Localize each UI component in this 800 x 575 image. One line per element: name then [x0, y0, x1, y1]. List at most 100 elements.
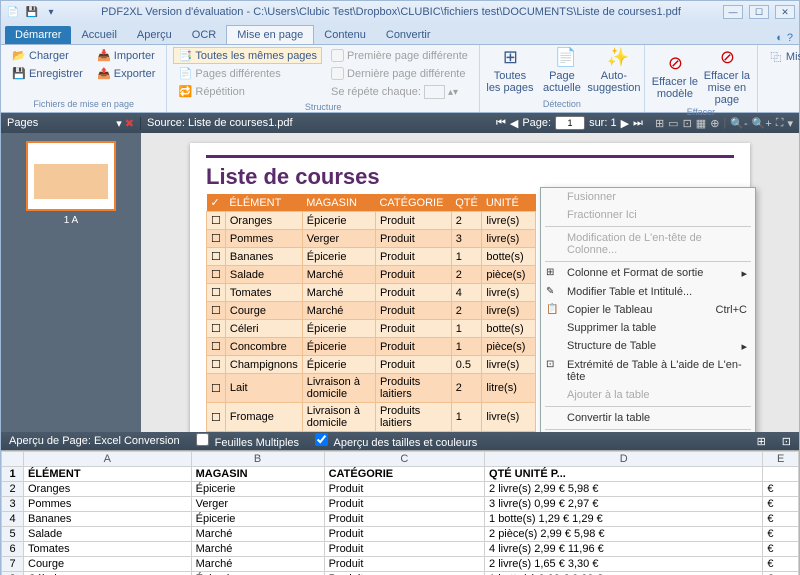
quick-access-toolbar: 📄 💾 ▾ — [5, 4, 59, 20]
page-icon: 📄 — [555, 47, 569, 68]
multi-sheets-checkbox[interactable]: Feuilles Multiples — [196, 433, 299, 449]
preview-tool-icon[interactable]: ⊡ — [782, 435, 791, 448]
last-diff-button[interactable]: Dernière page différente — [326, 65, 473, 82]
fit-icon[interactable]: ⛶ — [776, 117, 784, 130]
col-header[interactable]: MAGASIN — [302, 194, 375, 212]
close-panel-icon[interactable]: ✖ — [125, 118, 134, 130]
tool-icon[interactable]: ⊡ — [683, 117, 692, 130]
pin-icon[interactable]: ▾ — [116, 118, 122, 130]
save-button[interactable]: 💾Enregistrer — [7, 65, 88, 82]
excel-row[interactable]: 8CéleriÉpicerieProduit1 botte(s) 0,99 € … — [2, 572, 799, 575]
sizes-colors-checkbox[interactable]: Aperçu des tailles et couleurs — [315, 433, 477, 449]
zoom-out-icon[interactable]: 🔍- — [730, 117, 747, 130]
context-menu-item[interactable]: Convertir la table — [541, 409, 755, 427]
table-row[interactable]: ☐TomatesMarchéProduit4livre(s) — [207, 284, 536, 302]
excel-row[interactable]: 5SaladeMarchéProduit2 pièce(s) 2,99 € 5,… — [2, 527, 799, 542]
context-menu-item[interactable]: 📋Copier le TableauCtrl+C — [541, 301, 755, 319]
col-header[interactable]: QTÉ — [451, 194, 482, 212]
title-bar: 📄 💾 ▾ PDF2XL Version d'évaluation - C:\U… — [1, 1, 799, 23]
zoom-dropdown-icon[interactable]: ▾ — [787, 117, 793, 130]
export-button[interactable]: 📤Exporter — [92, 65, 161, 82]
wand-icon: ✨ — [607, 47, 621, 68]
first-diff-button[interactable]: Première page différente — [326, 47, 473, 64]
col-header[interactable]: UNITÉ — [482, 194, 536, 212]
excel-row[interactable]: 2OrangesÉpicerieProduit2 livre(s) 2,99 €… — [2, 482, 799, 497]
style-icon[interactable]: ◐ — [776, 32, 783, 44]
tab-accueil[interactable]: Accueil — [71, 26, 126, 44]
excel-row[interactable]: 7CourgeMarchéProduit2 livre(s) 1,65 € 3,… — [2, 557, 799, 572]
excel-col-header[interactable]: A — [24, 452, 192, 467]
maximize-button[interactable]: ☐ — [749, 5, 769, 19]
table-row[interactable]: ☐ŒufsLivraison à domicileProduits laitie… — [207, 432, 536, 433]
tool-icon[interactable]: ▭ — [668, 117, 678, 130]
col-header[interactable]: CATÉGORIE — [375, 194, 451, 212]
tab-convertir[interactable]: Convertir — [376, 26, 441, 44]
table-row[interactable]: ☐ConcombreÉpicerieProduit1pièce(s) — [207, 338, 536, 356]
context-menu-item[interactable]: ⊡Extrémité de Table à L'aide de L'en-têt… — [541, 356, 755, 386]
next-page-icon[interactable]: ▶ — [621, 117, 629, 130]
prev-page-icon[interactable]: ◀ — [510, 117, 518, 130]
detect-current-button[interactable]: 📄Page actuelle — [538, 47, 586, 94]
page-thumbnail[interactable] — [26, 141, 116, 211]
context-menu-item[interactable]: ✎Modifier Table et Intitulé... — [541, 283, 755, 301]
tool-icon[interactable]: ⊞ — [655, 117, 664, 130]
window-title: PDF2XL Version d'évaluation - C:\Users\C… — [59, 6, 723, 18]
table-row[interactable]: ☐BananesÉpicerieProduit1botte(s) — [207, 248, 536, 266]
tab-mise-en-page[interactable]: Mise en page — [226, 25, 314, 44]
last-page-icon[interactable]: ⏭ — [633, 117, 643, 130]
minimize-button[interactable]: — — [723, 5, 743, 19]
excel-row[interactable]: 3PommesVergerProduit3 livre(s) 0,99 € 2,… — [2, 497, 799, 512]
load-button[interactable]: 📂Charger — [7, 47, 88, 64]
table-row[interactable]: ☐CéleriÉpicerieProduit1botte(s) — [207, 320, 536, 338]
excel-preview[interactable]: ABCDE 1ÉLÉMENTMAGASINCATÉGORIEQTÉ UNITÉ … — [1, 450, 799, 575]
context-menu-item[interactable]: Structure de Table▸ — [541, 337, 755, 356]
table-row[interactable]: ☐CourgeMarchéProduit2livre(s) — [207, 302, 536, 320]
context-menu-item[interactable]: Supprimer la table — [541, 319, 755, 337]
tab-start[interactable]: Démarrer — [5, 26, 71, 44]
excel-row[interactable]: 1ÉLÉMENTMAGASINCATÉGORIEQTÉ UNITÉ P... — [2, 467, 799, 482]
preview-tool-icon[interactable]: ⊞ — [757, 435, 766, 448]
excel-row[interactable]: 6TomatesMarchéProduit4 livre(s) 2,99 € 1… — [2, 542, 799, 557]
document-area[interactable]: Liste de courses ✓ÉLÉMENTMAGASINCATÉGORI… — [141, 133, 799, 432]
first-page-icon[interactable]: ⏮ — [496, 117, 506, 130]
excel-col-header[interactable] — [2, 452, 24, 467]
context-menu-item[interactable]: ⊞Colonne et Format de sortie▸ — [541, 264, 755, 283]
col-header[interactable]: ÉLÉMENT — [225, 194, 302, 212]
tab-ocr[interactable]: OCR — [182, 26, 226, 44]
close-button[interactable]: ✕ — [775, 5, 795, 19]
erase-layout-button[interactable]: ⊘Effacer la mise en page — [703, 47, 751, 106]
help-icon[interactable]: ? — [787, 32, 793, 44]
import-button[interactable]: 📥Importer — [92, 47, 161, 64]
table-row[interactable]: ☐LaitLivraison à domicileProduits laitie… — [207, 374, 536, 403]
table-row[interactable]: ☐ChampignonsÉpicerieProduit0.5livre(s) — [207, 356, 536, 374]
tool-icon[interactable]: ⊕ — [710, 117, 719, 130]
erase-model-button[interactable]: ⊘Effacer le modèle — [651, 47, 699, 106]
excel-col-header[interactable]: B — [191, 452, 324, 467]
tab-apercu[interactable]: Aperçu — [127, 26, 182, 44]
group-label-disposition: Disposition de page — [764, 98, 800, 110]
excel-row[interactable]: 4BananesÉpicerieProduit1 botte(s) 1,29 €… — [2, 512, 799, 527]
diff-pages-button[interactable]: 📄Pages différentes — [173, 65, 322, 82]
excel-col-header[interactable]: C — [324, 452, 484, 467]
zoom-in-icon[interactable]: 🔍+ — [752, 117, 772, 130]
same-pages-button[interactable]: 📑Toutes les mêmes pages — [173, 47, 322, 64]
sub-toolbar: Pages ▾ ✖ Source: Liste de courses1.pdf … — [1, 113, 799, 133]
repetition-button[interactable]: 🔁Répétition — [173, 83, 322, 100]
copy-layout-button[interactable]: ⿻Mise en page de la copie ▾ — [764, 47, 800, 67]
app-menu-icon[interactable]: 📄 — [5, 4, 21, 20]
qat-dropdown-icon[interactable]: ▾ — [43, 4, 59, 20]
excel-col-header[interactable]: E — [763, 452, 799, 467]
auto-suggest-button[interactable]: ✨Auto-suggestion — [590, 47, 638, 94]
tab-contenu[interactable]: Contenu — [314, 26, 376, 44]
table-row[interactable]: ☐OrangesÉpicerieProduit2livre(s) — [207, 212, 536, 230]
page-input[interactable] — [555, 116, 585, 130]
table-row[interactable]: ☐PommesVergerProduit3livre(s) — [207, 230, 536, 248]
shopping-table[interactable]: ✓ÉLÉMENTMAGASINCATÉGORIEQTÉUNITÉ ☐Orange… — [206, 194, 536, 432]
save-icon[interactable]: 💾 — [24, 4, 40, 20]
repeat-each-button[interactable]: Se répéte chaque: ▴▾ — [326, 83, 473, 101]
detect-all-button[interactable]: ⊞Toutes les pages — [486, 47, 534, 94]
excel-col-header[interactable]: D — [485, 452, 763, 467]
tool-icon[interactable]: ▦ — [696, 117, 706, 130]
table-row[interactable]: ☐SaladeMarchéProduit2pièce(s) — [207, 266, 536, 284]
table-row[interactable]: ☐FromageLivraison à domicileProduits lai… — [207, 403, 536, 432]
